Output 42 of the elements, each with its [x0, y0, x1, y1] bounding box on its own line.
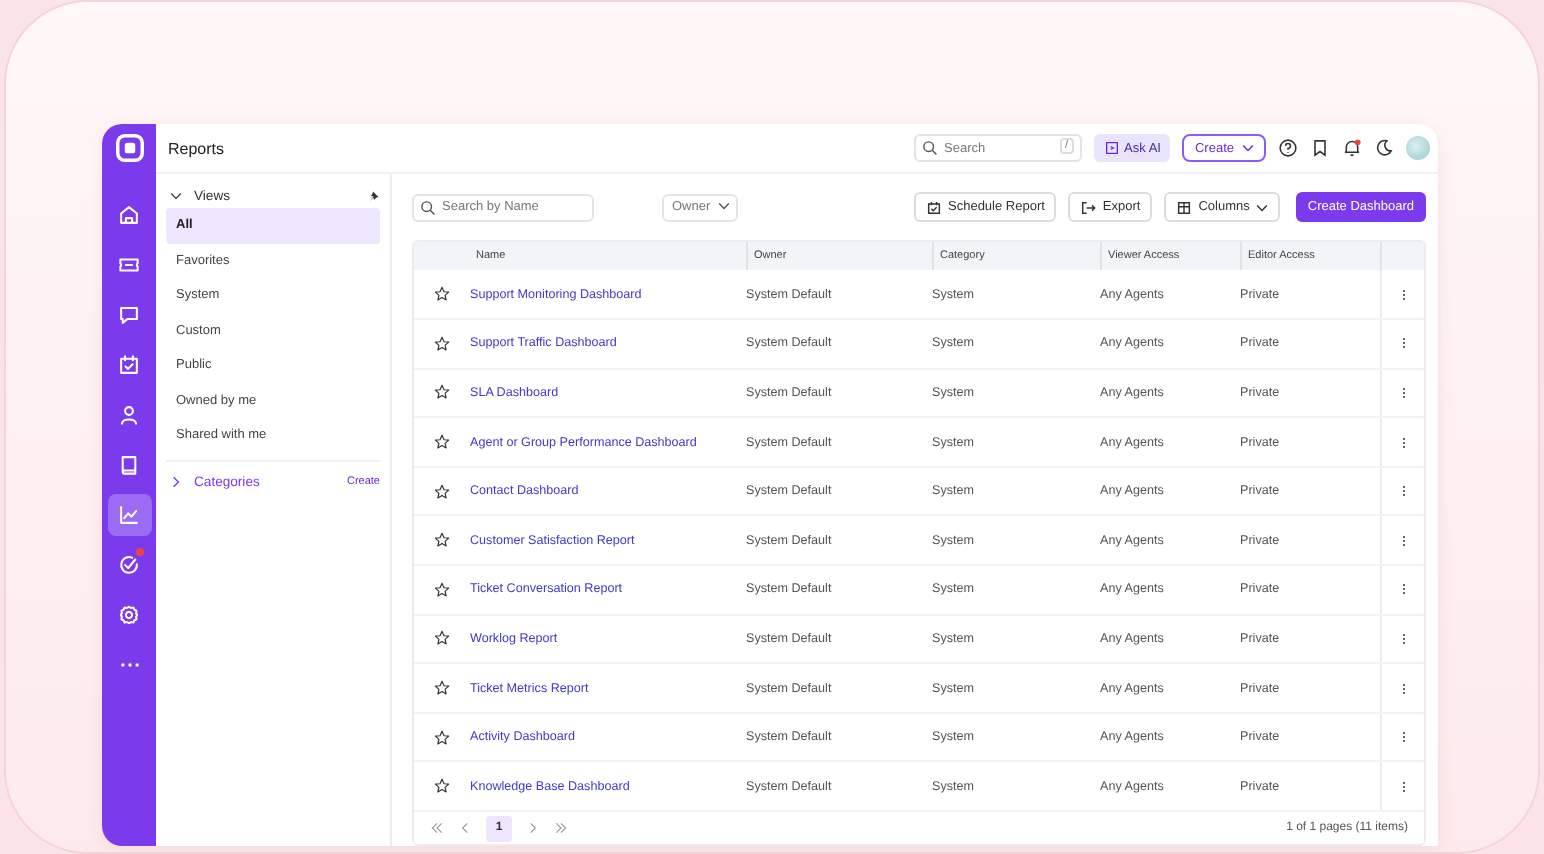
nav-item-active[interactable] — [107, 494, 151, 536]
star-icon[interactable] — [434, 286, 450, 303]
last-page-icon[interactable] — [554, 822, 568, 834]
search-icon — [922, 140, 939, 156]
bookmark-icon[interactable] — [1310, 138, 1330, 158]
calendar-icon — [926, 199, 942, 216]
star-icon[interactable] — [434, 335, 450, 352]
calendar-check-icon — [118, 354, 140, 376]
chevron-right-icon[interactable] — [172, 476, 180, 488]
export-icon — [1080, 199, 1097, 216]
moon-icon[interactable] — [1374, 138, 1394, 158]
chevron-down-icon — [1242, 144, 1254, 152]
person-icon — [118, 404, 140, 426]
star-icon[interactable] — [434, 778, 450, 795]
settings-icon — [118, 604, 140, 626]
star-icon[interactable] — [434, 483, 450, 500]
book-icon — [118, 454, 140, 476]
star-icon[interactable] — [434, 630, 450, 647]
home-icon — [118, 204, 140, 226]
chevron-down-icon — [718, 201, 730, 210]
logo-icon — [115, 134, 143, 162]
pin-icon[interactable] — [368, 190, 380, 202]
star-icon[interactable] — [434, 581, 450, 598]
star-icon[interactable] — [434, 680, 450, 697]
ticket-icon — [118, 254, 140, 276]
star-icon[interactable] — [434, 729, 450, 746]
page-title: Reports — [168, 139, 225, 157]
sparkle-icon — [1104, 140, 1121, 156]
more-icon — [119, 662, 139, 668]
search-icon — [420, 199, 436, 216]
chevron-down-icon — [1255, 203, 1268, 212]
star-icon[interactable] — [434, 532, 450, 549]
chevron-down-icon[interactable] — [170, 192, 182, 200]
star-icon[interactable] — [434, 434, 450, 451]
next-page-icon[interactable] — [526, 822, 540, 834]
first-page-icon[interactable] — [430, 822, 444, 834]
line-chart-icon — [118, 504, 140, 526]
bell-icon[interactable] — [1342, 138, 1362, 158]
star-icon[interactable] — [434, 384, 450, 401]
chat-icon — [118, 304, 140, 326]
help-icon[interactable] — [1278, 138, 1298, 158]
columns-icon — [1176, 199, 1193, 216]
